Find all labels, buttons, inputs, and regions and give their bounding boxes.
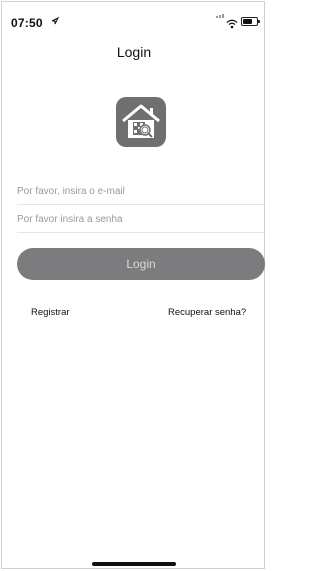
wifi-icon	[226, 16, 238, 34]
login-button[interactable]: Login	[17, 248, 265, 280]
status-bar: 07:50	[0, 0, 268, 40]
device-frame	[1, 1, 265, 569]
email-field-wrapper	[17, 179, 265, 205]
password-field[interactable]	[17, 207, 265, 232]
register-link[interactable]: Registrar	[31, 307, 70, 318]
recover-password-link[interactable]: Recuperar senha?	[168, 307, 246, 318]
battery-icon	[241, 17, 260, 26]
page-title: Login	[116, 44, 152, 60]
password-field-wrapper	[17, 207, 265, 233]
home-qr-icon	[116, 97, 166, 147]
home-indicator[interactable]	[92, 562, 176, 566]
email-field[interactable]	[17, 179, 265, 204]
status-time: 07:50	[11, 16, 43, 30]
location-arrow-icon	[51, 16, 60, 28]
